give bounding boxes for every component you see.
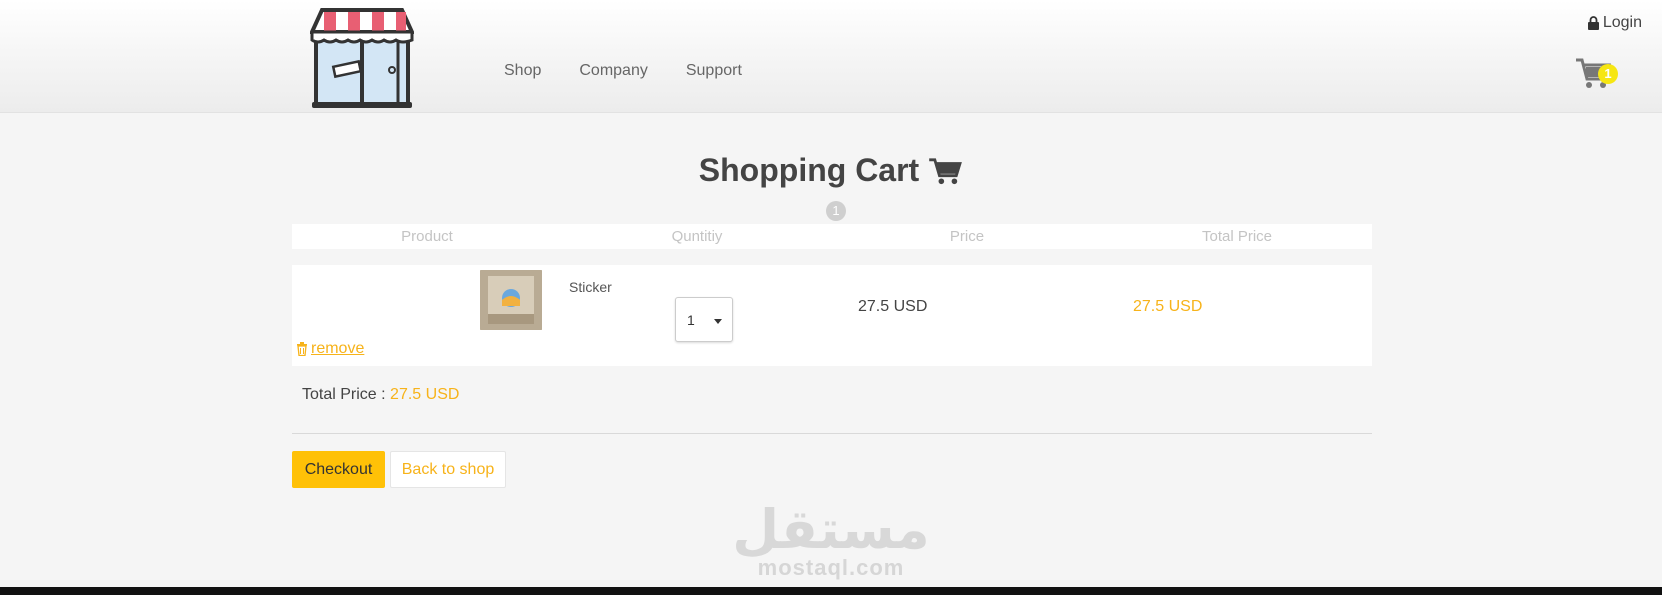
lock-icon bbox=[1587, 16, 1599, 30]
nav-item-support[interactable]: Support bbox=[686, 62, 742, 80]
total-price-value: 27.5 USD bbox=[390, 386, 460, 403]
product-name[interactable]: Sticker bbox=[569, 279, 612, 295]
watermark-arabic: مستقل bbox=[732, 498, 930, 561]
quantity-value: 1 bbox=[687, 311, 695, 328]
product-thumbnail[interactable] bbox=[480, 270, 542, 330]
main-nav: Shop Company Support bbox=[504, 62, 742, 80]
column-header-total-price: Total Price bbox=[1201, 228, 1273, 245]
page-title-wrap: Shopping Cart bbox=[0, 152, 1662, 189]
total-price-label: Total Price : bbox=[302, 386, 386, 403]
page-title-text: Shopping Cart bbox=[698, 152, 920, 188]
cart-table-header: Product Quntitiy Price Total Price bbox=[292, 224, 1372, 249]
login-label: Login bbox=[1602, 14, 1642, 31]
caret-down-icon bbox=[714, 318, 722, 324]
login-link[interactable]: Login bbox=[1587, 14, 1642, 32]
store-logo-icon[interactable] bbox=[310, 8, 414, 110]
back-to-shop-button[interactable]: Back to shop bbox=[390, 451, 506, 488]
page-title: Shopping Cart bbox=[699, 152, 963, 189]
unit-price: 27.5 USD bbox=[858, 298, 928, 315]
column-header-quantity: Quntitiy bbox=[671, 228, 723, 245]
cart-count-badge: 1 bbox=[1598, 64, 1618, 84]
remove-label: remove bbox=[311, 340, 365, 357]
site-header: Shop Company Support Login 1 bbox=[0, 0, 1662, 113]
nav-item-shop[interactable]: Shop bbox=[504, 62, 541, 80]
column-header-price: Price bbox=[949, 228, 985, 245]
nav-item-company[interactable]: Company bbox=[579, 62, 647, 80]
watermark-latin: mostaql.com bbox=[757, 555, 905, 580]
checkout-button[interactable]: Checkout bbox=[292, 451, 385, 488]
cart-total: Total Price : 27.5 USD bbox=[302, 386, 459, 404]
trash-icon bbox=[297, 342, 307, 356]
row-total-price: 27.5 USD bbox=[1133, 298, 1203, 315]
shopping-cart-icon bbox=[929, 157, 963, 184]
item-count-badge: 1 bbox=[826, 201, 846, 221]
column-header-product: Product bbox=[401, 228, 453, 245]
remove-item-link[interactable]: remove bbox=[296, 340, 364, 358]
footer-bar bbox=[0, 587, 1662, 595]
table-row: Sticker 1 27.5 USD 27.5 USD remove bbox=[292, 265, 1372, 366]
sticker-image-icon bbox=[480, 270, 542, 330]
quantity-select[interactable]: 1 bbox=[675, 297, 733, 342]
divider bbox=[292, 433, 1372, 434]
